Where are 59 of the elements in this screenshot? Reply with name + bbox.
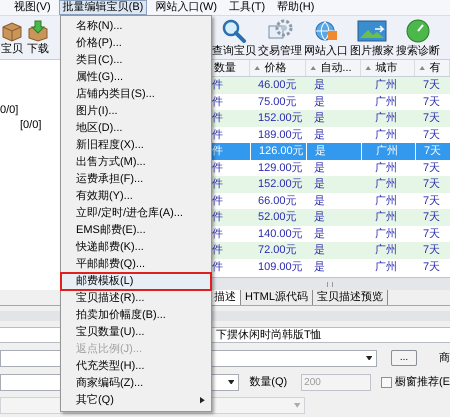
table-cell-text: 7天 xyxy=(422,160,442,176)
table-cell-text: 广州 xyxy=(374,94,398,110)
table-cell-text: 7天 xyxy=(422,128,442,142)
table-cell-text: 7天 xyxy=(422,210,442,225)
table-cell-text: 7天 xyxy=(422,94,442,110)
table-cell-text: 件 xyxy=(211,210,224,225)
table-cell-text: 是 xyxy=(313,260,326,274)
table-cell-text: 是 xyxy=(313,177,326,192)
table-cell-text: 件 xyxy=(211,177,224,192)
table-cell-text: 是 xyxy=(313,210,326,225)
table-cell-text: 件 xyxy=(211,94,224,110)
table-cell-text: 件 xyxy=(211,160,224,176)
table-cell-text: 广州 xyxy=(374,210,398,225)
table-cell-text: 152.00元 xyxy=(257,111,304,126)
table-cell-text: 件 xyxy=(211,194,224,208)
table-cell-text: 7天 xyxy=(422,177,442,192)
table-cell-text: 广州 xyxy=(374,242,398,258)
table-cell-text: 广州 xyxy=(374,176,398,192)
table-cell-text: 7天 xyxy=(422,260,442,274)
table-cell-text: 7天 xyxy=(422,111,442,126)
table-cell-text: 广州 xyxy=(374,260,398,274)
table-cell-text: 件 xyxy=(211,260,224,274)
table-cell-text: 是 xyxy=(313,111,326,126)
table-cell-text: 75.00元 xyxy=(257,94,298,110)
table-cell-text: 是 xyxy=(313,78,326,93)
table-cell-text: 152.00元 xyxy=(257,177,304,192)
table-cell-text: 109.00元 xyxy=(257,260,304,274)
table-cell-text: 广州 xyxy=(374,194,398,208)
table-cell-text: 件 xyxy=(211,144,224,159)
table-cell-text: 7天 xyxy=(422,78,442,93)
table-cell-text: 129.00元 xyxy=(257,160,304,176)
table-cell-text: 广州 xyxy=(374,128,398,142)
field-label: 商 xyxy=(439,350,450,366)
table-cell-text: 件 xyxy=(211,243,224,258)
quantity-label: 数量(Q) xyxy=(249,374,288,390)
table-cell-text: 广州 xyxy=(374,78,398,93)
table-cell-text: 广州 xyxy=(374,226,398,242)
table-cell-text: 是 xyxy=(313,243,326,258)
table-cell-text: 是 xyxy=(313,226,326,242)
table-cell-text: 66.00元 xyxy=(257,194,298,208)
table-cell-text: 是 xyxy=(313,94,326,110)
table-cell-text: 广州 xyxy=(374,160,398,176)
table-cell-text: 7天 xyxy=(422,243,442,258)
table-cell-text: 件 xyxy=(211,78,224,93)
table-cell-text: 140.00元 xyxy=(257,226,304,242)
table-cell-text: 广州 xyxy=(374,110,398,126)
table-cell-text: 72.00元 xyxy=(257,243,298,258)
table-cell-text: 46.00元 xyxy=(257,78,298,93)
table-cell-text: 是 xyxy=(313,194,326,208)
table-cell-text: 件 xyxy=(211,128,224,142)
table-cell-text: 是 xyxy=(313,128,326,142)
table-cell-text: 52.00元 xyxy=(257,210,298,225)
table-cell-text: 是 xyxy=(313,160,326,176)
table-cell-text: 7天 xyxy=(422,226,442,242)
table-cell-text: 189.00元 xyxy=(257,128,304,142)
table-cell-text: 7天 xyxy=(422,194,442,208)
table-cell-text: 件 xyxy=(211,111,224,126)
checkbox-label: 橱窗推荐(E xyxy=(395,374,450,390)
table-cell-text: 件 xyxy=(211,226,224,242)
